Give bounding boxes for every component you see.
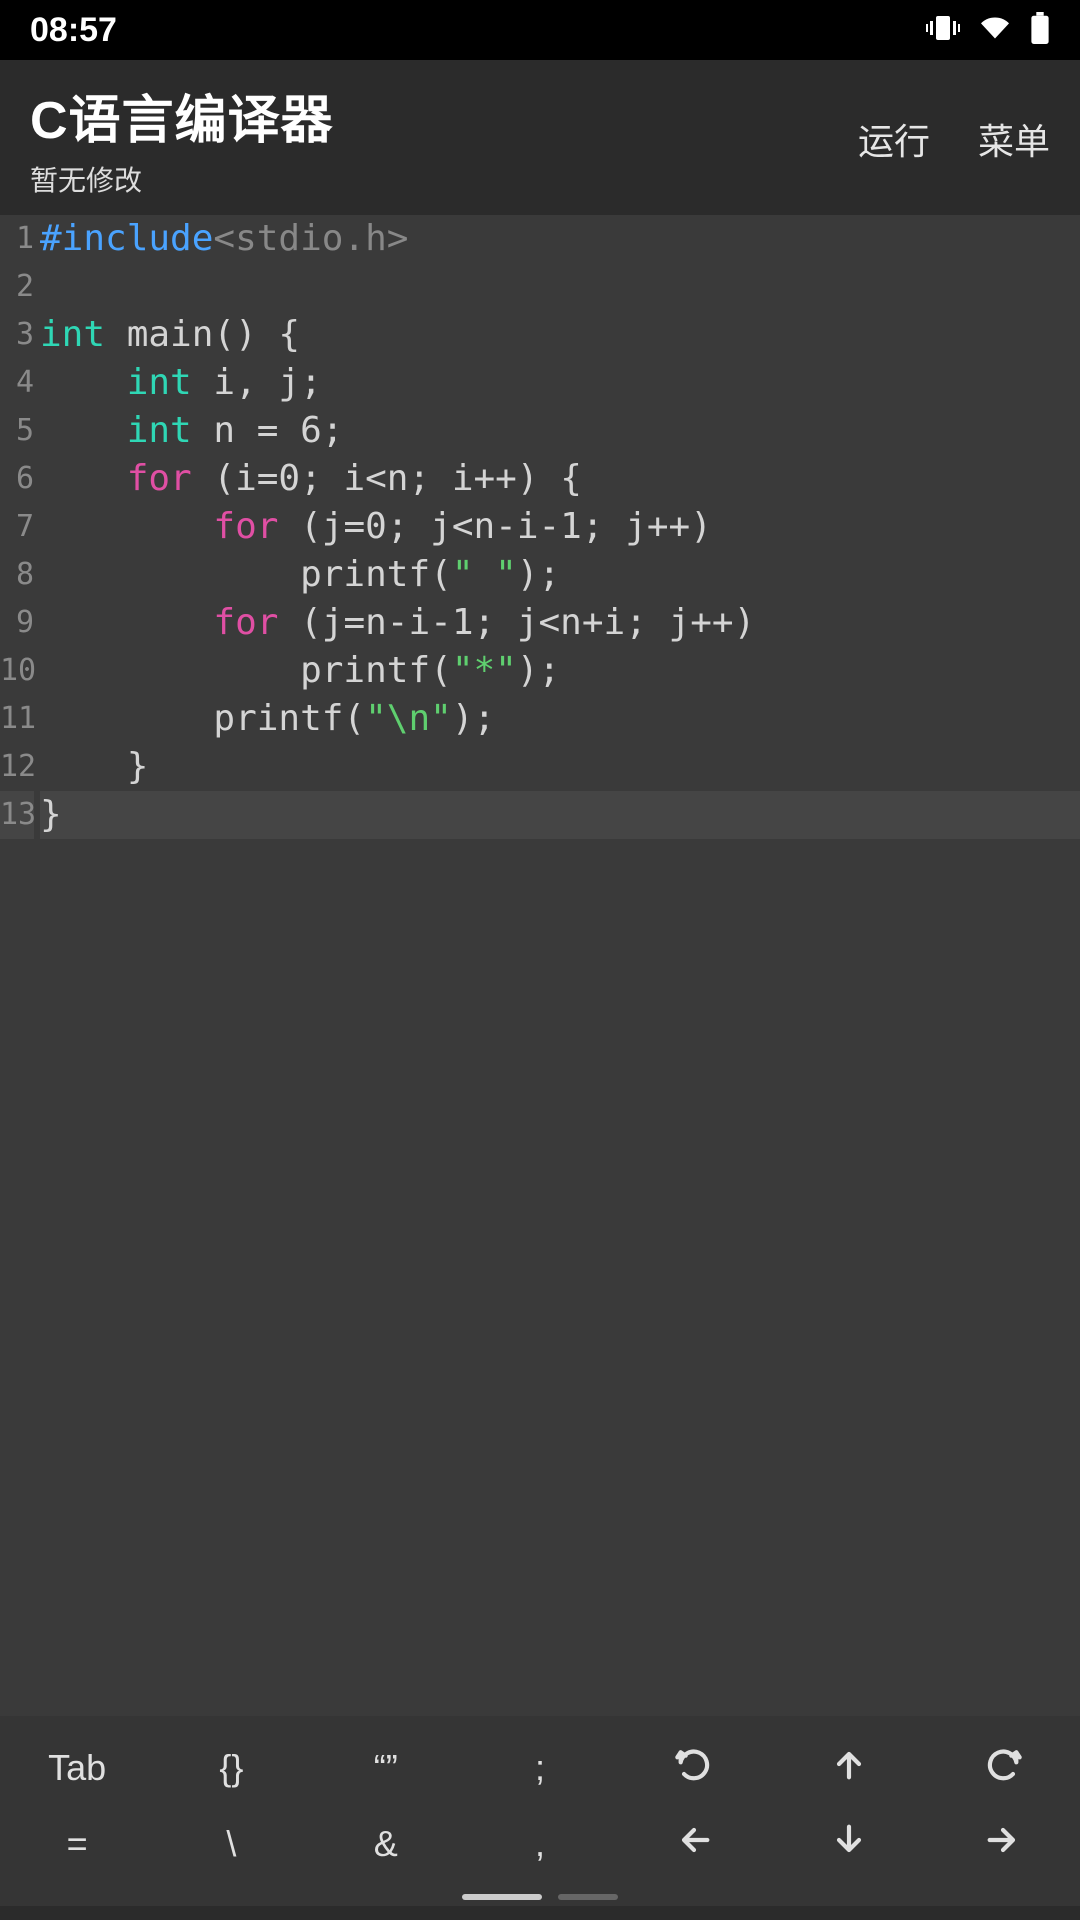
line-number: 3 [0,311,34,359]
key-[interactable]: ; [535,1747,545,1789]
app-title: C语言编译器 [30,78,334,153]
key-Tab[interactable]: Tab [48,1747,106,1789]
code-line[interactable]: #include<stdio.h> [40,215,1080,263]
code-line[interactable]: for (j=0; j<n-i-1; j++) [40,503,1080,551]
code-area[interactable]: #include<stdio.h>int main() { int i, j; … [40,215,1080,1775]
line-number: 6 [0,455,34,503]
key-[interactable]: = [67,1823,88,1865]
keybar-row-2: = \ &, [0,1806,1080,1882]
home-indicator [462,1894,618,1900]
key-[interactable]: {} [219,1747,243,1789]
arrow-left-icon[interactable] [674,1820,714,1869]
arrow-right-icon[interactable] [983,1820,1023,1869]
code-line[interactable]: } [40,791,1080,839]
line-number: 5 [0,407,34,455]
code-line[interactable]: for (j=n-i-1; j<n+i; j++) [40,599,1080,647]
line-number: 13 [0,791,34,839]
code-line[interactable]: int i, j; [40,359,1080,407]
keybar-row-1: Tab {} “”; [0,1730,1080,1806]
code-line[interactable]: } [40,743,1080,791]
line-number: 1 [0,215,34,263]
line-number: 11 [0,695,34,743]
code-line[interactable]: printf(" "); [40,551,1080,599]
key-[interactable]: , [535,1823,545,1865]
app-subtitle: 暂无修改 [30,159,334,199]
status-time: 08:57 [30,11,117,50]
menu-button[interactable]: 菜单 [978,113,1050,165]
key-[interactable]: & [374,1823,398,1865]
run-button[interactable]: 运行 [858,113,930,165]
code-line[interactable]: int n = 6; [40,407,1080,455]
code-line[interactable]: printf("\n"); [40,695,1080,743]
code-line[interactable] [40,263,1080,311]
code-editor[interactable]: 12345678910111213 #include<stdio.h>int m… [0,215,1080,1775]
undo-icon[interactable] [674,1744,714,1793]
status-icons [926,12,1050,49]
battery-icon [1030,12,1050,49]
line-number: 8 [0,551,34,599]
line-number: 9 [0,599,34,647]
line-gutter: 12345678910111213 [0,215,40,1775]
line-number: 7 [0,503,34,551]
key-[interactable]: “” [374,1747,398,1789]
symbol-keybar: Tab {} “”; = \ &, [0,1716,1080,1906]
code-line[interactable]: printf("*"); [40,647,1080,695]
code-line[interactable]: int main() { [40,311,1080,359]
arrow-down-icon[interactable] [829,1820,869,1869]
status-bar: 08:57 [0,0,1080,60]
arrow-up-icon[interactable] [829,1744,869,1793]
redo-icon[interactable] [983,1744,1023,1793]
line-number: 10 [0,647,34,695]
key-[interactable]: \ [226,1823,236,1865]
line-number: 2 [0,263,34,311]
vibrate-icon [926,14,960,47]
line-number: 12 [0,743,34,791]
wifi-icon [978,14,1012,47]
code-line[interactable]: for (i=0; i<n; i++) { [40,455,1080,503]
line-number: 4 [0,359,34,407]
app-header: C语言编译器 暂无修改 运行 菜单 [0,60,1080,215]
